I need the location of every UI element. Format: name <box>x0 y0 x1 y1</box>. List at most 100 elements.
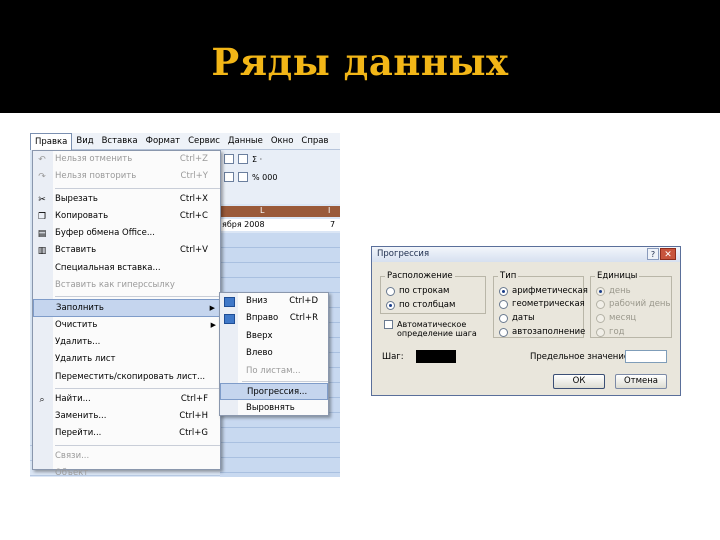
redo-toolbar-icon[interactable] <box>238 154 248 164</box>
menu-item[interactable]: Вставить как гиперссылку <box>33 277 220 294</box>
menu-item-shortcut: Ctrl+X <box>179 193 208 204</box>
submenu-item-label: Вверх <box>246 330 273 341</box>
merge-icon[interactable] <box>238 172 248 182</box>
ok-button[interactable]: ОК <box>553 374 605 389</box>
menu-item-label: Вырезать <box>55 193 98 204</box>
submenu-item[interactable]: Прогрессия... <box>220 382 328 401</box>
menu-item[interactable]: Заполнить ▶ <box>33 299 220 317</box>
menubar-item[interactable]: Справ <box>297 133 332 150</box>
radio-day[interactable]: день <box>596 286 631 296</box>
menubar-item[interactable]: Правка <box>30 133 73 150</box>
limit-label: Предельное значение: <box>530 352 632 362</box>
radio-geometric[interactable]: геометрическая <box>499 299 585 309</box>
excel-menu-screenshot: Правка Вид Вставка Формат Сервис Данные Окно Сп… <box>30 133 340 477</box>
copy-icon: ❐ <box>37 211 47 222</box>
radio-button[interactable] <box>499 299 508 309</box>
menubar-item[interactable]: Вид <box>72 133 97 150</box>
dialog-titlebar: Прогрессия ? ✕ <box>372 247 680 262</box>
radio-button[interactable] <box>596 299 605 309</box>
radio-year[interactable]: год <box>596 327 625 337</box>
help-button[interactable]: ? <box>647 248 659 260</box>
submenu-item-label: Влево <box>246 348 273 359</box>
date-cell[interactable]: ября 2008 <box>222 220 265 229</box>
menu-item[interactable]: Заменить... Ctrl+H <box>33 408 220 425</box>
radio-by-columns[interactable]: по столбцам <box>386 300 455 310</box>
radio-autofill[interactable]: автозаполнение <box>499 327 585 337</box>
menu-item[interactable]: ▤ Буфер обмена Office... <box>33 225 220 242</box>
percent-format-icon[interactable]: % 000 <box>252 173 277 182</box>
checkbox[interactable] <box>384 320 393 329</box>
menu-item[interactable]: ⌕ Найти... Ctrl+F <box>33 391 220 408</box>
submenu-item[interactable]: Вниз Ctrl+D <box>220 293 328 310</box>
radio-dates[interactable]: даты <box>499 313 535 323</box>
type-legend: Тип <box>498 271 519 281</box>
menu-bar: Правка Вид Вставка Формат Сервис Данные Окно Сп… <box>30 133 340 150</box>
menu-item[interactable]: Специальная вставка... <box>33 260 220 277</box>
menu-item[interactable]: Удалить лист <box>33 351 220 368</box>
radio-button[interactable] <box>499 313 508 323</box>
submenu-item-label: Прогрессия... <box>247 386 308 397</box>
auto-step-checkbox[interactable]: Автоматическое определение шага <box>384 320 484 338</box>
radio-button[interactable] <box>596 286 605 296</box>
menu-item-label: Специальная вставка... <box>55 262 161 273</box>
menu-item-label: Удалить... <box>55 336 101 347</box>
menu-item[interactable]: Объект <box>33 465 220 477</box>
menubar-item[interactable]: Данные <box>224 133 267 150</box>
submenu-item-label: Вправо <box>246 313 279 324</box>
value-cell[interactable]: 7 <box>330 220 335 229</box>
menubar-item[interactable]: Окно <box>267 133 298 150</box>
radio-button[interactable] <box>499 327 508 337</box>
autosum-icon[interactable]: Σ · <box>252 155 262 164</box>
step-label: Шаг: <box>382 352 404 362</box>
submenu-item[interactable]: Вверх <box>220 328 328 345</box>
radio-month[interactable]: месяц <box>596 313 636 323</box>
menubar-item[interactable]: Сервис <box>184 133 224 150</box>
menu-item[interactable]: ❐ Копировать Ctrl+C <box>33 208 220 225</box>
submenu-item[interactable]: Вправо Ctrl+R <box>220 310 328 327</box>
step-input[interactable] <box>416 350 456 363</box>
submenu-item[interactable]: Выровнять <box>220 400 328 417</box>
menubar-item[interactable]: Формат <box>142 133 185 150</box>
radio-button[interactable] <box>596 327 605 337</box>
units-legend: Единицы <box>595 271 640 281</box>
menu-item-label: Удалить лист <box>55 354 116 365</box>
redo-icon: ↷ <box>38 172 46 183</box>
close-button[interactable]: ✕ <box>660 248 676 260</box>
submenu-arrow-icon: ▶ <box>210 320 216 329</box>
menu-item[interactable]: Связи... <box>33 448 220 465</box>
column-header[interactable]: I <box>328 206 330 215</box>
menubar-item[interactable]: Вставка <box>98 133 142 150</box>
menu-item-label: Найти... <box>55 393 91 404</box>
menu-item-label: Заполнить <box>56 303 104 314</box>
dialog-title: Прогрессия <box>377 249 430 259</box>
menu-item[interactable]: Переместить/скопировать лист... <box>33 369 220 386</box>
radio-workday[interactable]: рабочий день <box>596 299 671 309</box>
menu-item[interactable]: Очистить ▶ <box>33 317 220 334</box>
radio-by-rows[interactable]: по строкам <box>386 286 449 296</box>
menu-item-label: Нельзя повторить <box>55 171 137 182</box>
scissors-icon: ✂ <box>38 194 46 205</box>
radio-arithmetic[interactable]: арифметическая <box>499 286 588 296</box>
radio-button[interactable] <box>596 313 605 323</box>
column-header-row: L I <box>220 206 340 217</box>
submenu-item[interactable]: Влево <box>220 345 328 362</box>
menu-item[interactable]: ✂ Вырезать Ctrl+X <box>33 191 220 208</box>
align-icon[interactable] <box>224 172 234 182</box>
menu-item[interactable]: ↶ Нельзя отменить Ctrl+Z <box>33 151 220 168</box>
menu-item-label: Перейти... <box>55 428 102 439</box>
menu-item[interactable]: Удалить... <box>33 334 220 351</box>
submenu-item[interactable]: По листам... <box>220 363 328 380</box>
limit-input[interactable] <box>625 350 667 363</box>
menu-item[interactable]: Перейти... Ctrl+G <box>33 425 220 442</box>
cancel-button[interactable]: Отмена <box>615 374 667 389</box>
menu-item[interactable]: ▥ Вставить Ctrl+V <box>33 242 220 259</box>
column-header[interactable]: L <box>260 206 264 215</box>
radio-button[interactable] <box>386 286 395 296</box>
undo-toolbar-icon[interactable] <box>224 154 234 164</box>
menu-item-shortcut: Ctrl+C <box>179 210 208 221</box>
radio-button[interactable] <box>499 286 508 296</box>
radio-button[interactable] <box>386 300 395 310</box>
menu-item[interactable]: ↷ Нельзя повторить Ctrl+Y <box>33 168 220 185</box>
radio-label: по столбцам <box>399 300 456 310</box>
menu-separator <box>55 444 220 446</box>
